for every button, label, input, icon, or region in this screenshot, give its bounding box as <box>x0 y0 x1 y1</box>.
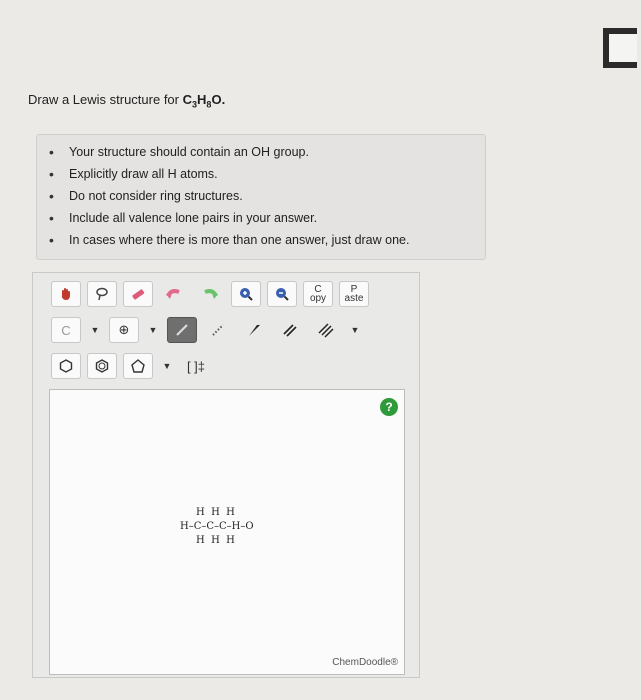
instruction-item: Your structure should contain an OH grou… <box>49 141 485 163</box>
redo-icon <box>204 289 218 299</box>
chemdoodle-editor: C opy P aste C ▼ ⊕ ▼ ▼ ▼ []‡ ? H H H H–… <box>32 272 420 678</box>
charge-dropdown-button[interactable]: ▼ <box>145 317 161 343</box>
window-corner-fragment <box>603 28 637 68</box>
hand-tool-button[interactable] <box>51 281 81 307</box>
zoom-out-button[interactable] <box>267 281 297 307</box>
lasso-icon <box>96 287 108 301</box>
question-text: Draw a Lewis structure for <box>28 92 179 107</box>
ring-tool-button[interactable] <box>51 353 81 379</box>
bracket-tool-button[interactable]: [ ]‡ <box>181 353 211 379</box>
chevron-down-icon: ▼ <box>90 325 100 335</box>
toolbar-row-2: C ▼ ⊕ ▼ ▼ <box>51 317 363 343</box>
single-bond-button[interactable] <box>167 317 197 343</box>
copy-button[interactable]: C opy <box>303 281 333 307</box>
question-prompt: Draw a Lewis structure for C3H8O. <box>28 92 225 110</box>
zoom-in-button[interactable] <box>231 281 261 307</box>
help-icon: ? <box>385 400 393 414</box>
chevron-down-icon: ▼ <box>162 361 172 371</box>
help-button[interactable]: ? <box>380 398 398 416</box>
paste-label: P aste <box>344 284 364 304</box>
zoom-in-icon <box>240 288 253 301</box>
dashed-bond-icon <box>212 324 224 336</box>
pentagon-icon <box>131 359 145 373</box>
molecule-bottom-hydrogens: H H H <box>196 535 235 546</box>
eraser-icon <box>132 289 145 300</box>
molecular-formula: C3H8O. <box>182 92 226 110</box>
double-bond-icon <box>283 324 297 337</box>
paste-button[interactable]: P aste <box>339 281 369 307</box>
instruction-item: Do not consider ring structures. <box>49 185 485 207</box>
hand-icon <box>61 288 70 301</box>
undo-button[interactable] <box>159 281 189 307</box>
drawing-canvas[interactable]: ? H H H H–C–C–C–H–O H H H ChemDoodle® <box>49 389 405 675</box>
zoom-out-icon <box>276 288 289 301</box>
copy-label: C opy <box>309 284 327 304</box>
charge-plus-icon: ⊕ <box>118 322 130 337</box>
triple-bond-icon <box>318 323 334 338</box>
instruction-item: Include all valence lone pairs in your a… <box>49 207 485 229</box>
instructions-box: Your structure should contain an OH grou… <box>36 134 486 260</box>
element-label: C <box>61 322 71 338</box>
charge-tool-button[interactable]: ⊕ <box>109 317 139 343</box>
lasso-tool-button[interactable] <box>87 281 117 307</box>
molecule-top-hydrogens: H H H <box>196 507 235 518</box>
toolbar-row-1: C opy P aste <box>51 281 369 307</box>
benzene-icon <box>95 359 109 373</box>
instruction-item: Explicitly draw all H atoms. <box>49 163 485 185</box>
chemdoodle-brand: ChemDoodle® <box>332 657 398 668</box>
instructions-list: Your structure should contain an OH grou… <box>37 135 485 251</box>
element-dropdown-button[interactable]: ▼ <box>87 317 103 343</box>
chevron-down-icon: ▼ <box>148 325 158 335</box>
dashed-bond-button[interactable] <box>203 317 233 343</box>
single-bond-icon <box>176 324 188 336</box>
undo-icon <box>166 289 180 299</box>
pentagon-tool-button[interactable] <box>123 353 153 379</box>
redo-button[interactable] <box>195 281 225 307</box>
molecule-main-chain: H–C–C–C–H–O <box>180 521 254 532</box>
ring-dropdown-button[interactable]: ▼ <box>159 353 175 379</box>
chevron-down-icon: ▼ <box>350 325 360 335</box>
hexagon-icon <box>59 359 73 373</box>
double-bond-button[interactable] <box>275 317 305 343</box>
eraser-tool-button[interactable] <box>123 281 153 307</box>
wedge-bond-button[interactable] <box>239 317 269 343</box>
bond-dropdown-button[interactable]: ▼ <box>347 317 363 343</box>
toolbar-row-3: ▼ [ ]‡ <box>51 353 211 379</box>
bracket-label: [ ]‡ <box>186 358 206 374</box>
molecule-drawing: H H H H–C–C–C–H–O H H H <box>180 506 254 548</box>
element-selector-button[interactable]: C <box>51 317 81 343</box>
wedge-bond-icon <box>249 325 260 336</box>
triple-bond-button[interactable] <box>311 317 341 343</box>
instruction-item: In cases where there is more than one an… <box>49 229 485 251</box>
benzene-tool-button[interactable] <box>87 353 117 379</box>
